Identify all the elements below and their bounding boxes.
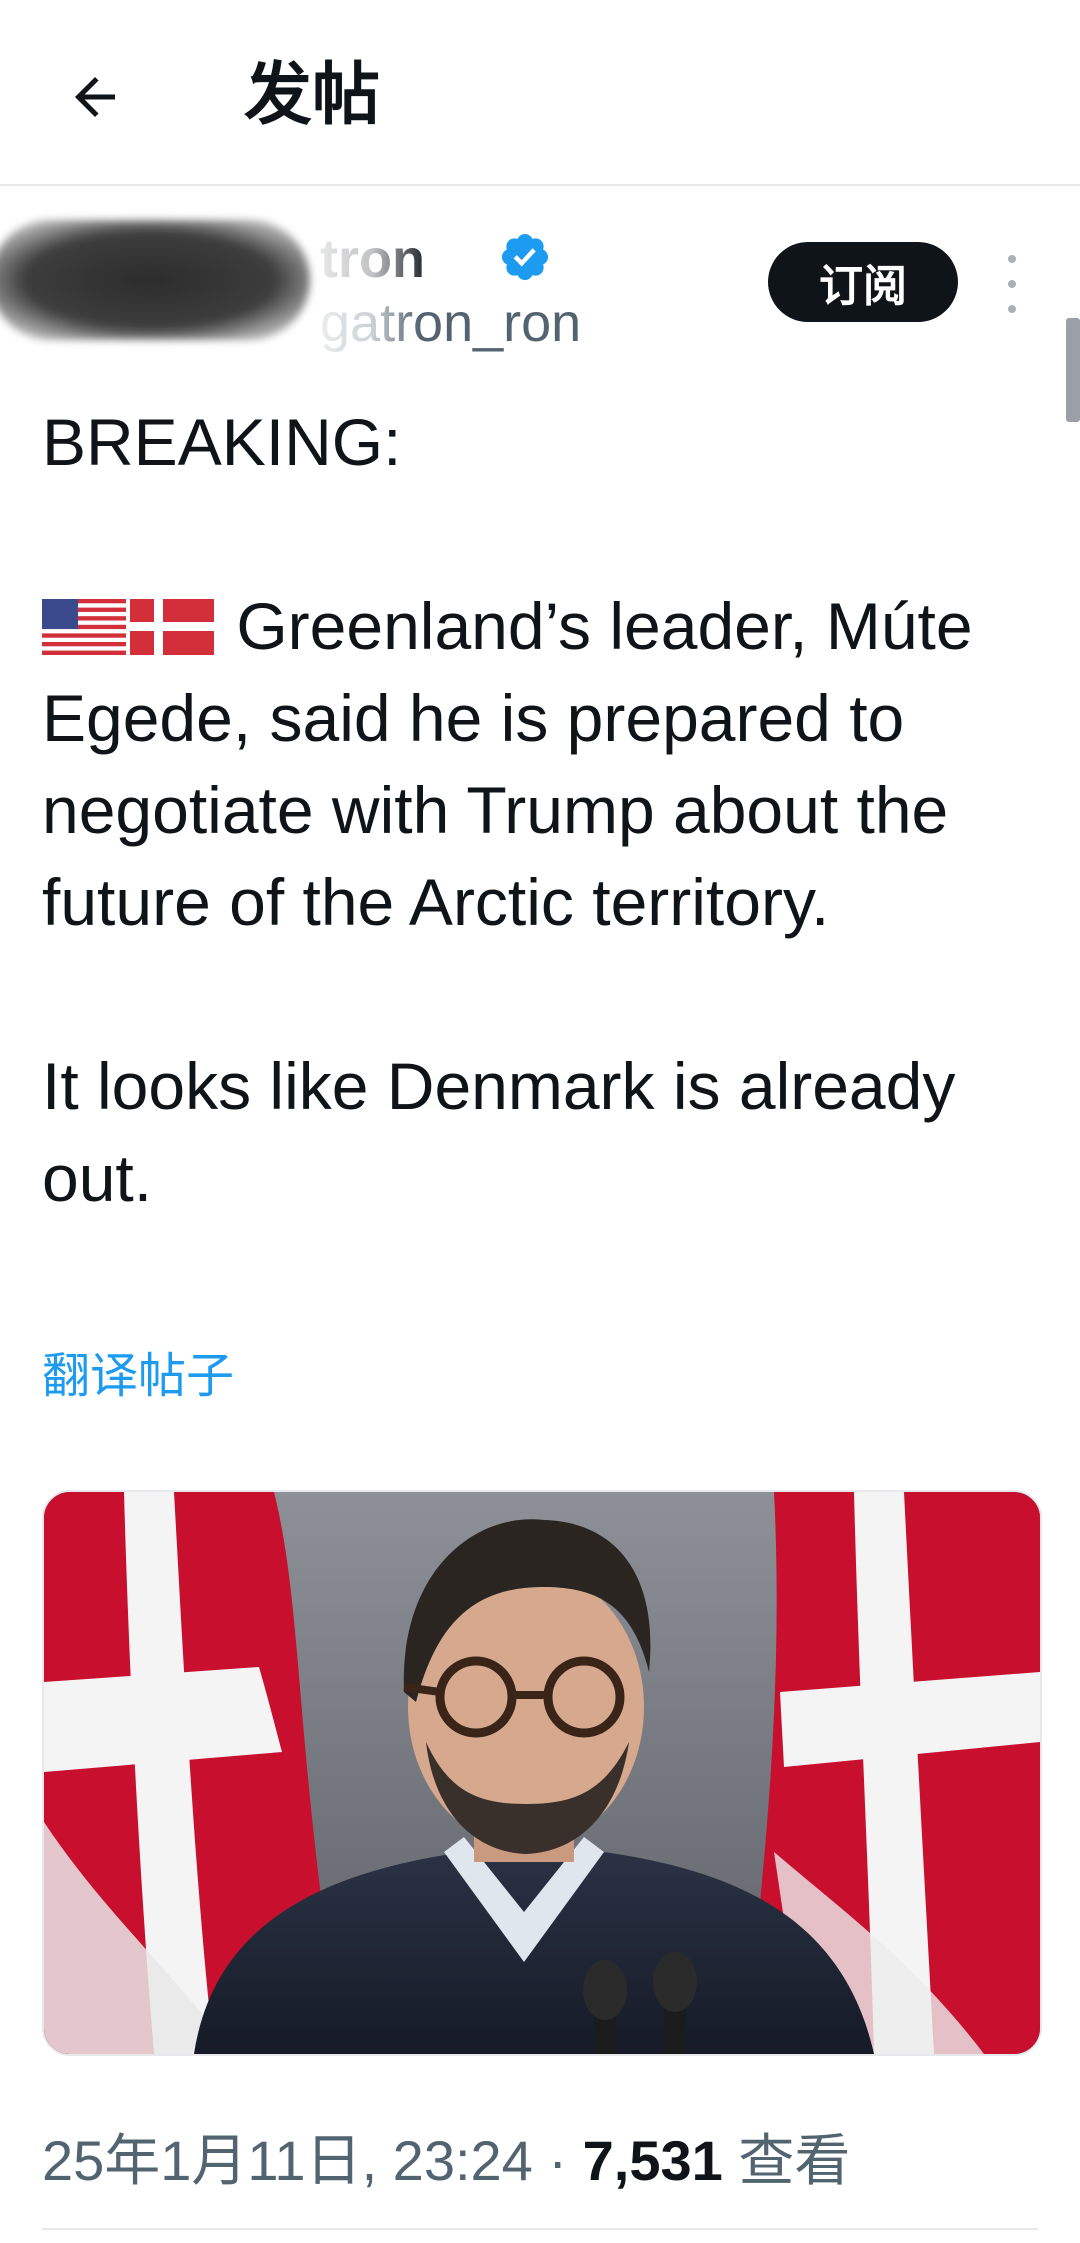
tweet-image[interactable] bbox=[42, 1490, 1042, 2056]
tweet-line-followup: It looks like Denmark is already out. bbox=[42, 1049, 956, 1215]
more-vertical-icon[interactable] bbox=[990, 246, 1034, 322]
us-flag-icon bbox=[42, 599, 126, 655]
denmark-flag-icon bbox=[130, 599, 214, 655]
arrow-left-icon bbox=[75, 77, 115, 117]
post-meta: 25年1月11日, 23:24 · 7,531 查看 bbox=[42, 2116, 850, 2197]
redacted-avatar bbox=[0, 220, 310, 340]
subscribe-button[interactable]: 订阅 bbox=[768, 242, 958, 322]
page-title: 发帖 bbox=[244, 56, 381, 135]
tweet-text: BREAKING: Greenland’s leader, Múte Egede… bbox=[42, 396, 1052, 1224]
translate-post-link[interactable]: 翻译帖子 bbox=[42, 1336, 234, 1406]
meta-separator: · bbox=[548, 2129, 568, 2192]
redaction-fade bbox=[300, 224, 420, 354]
post-detail-screen: 发帖 tron gatron_ron 订阅 BREAKING: bbox=[0, 0, 1080, 2243]
post-timestamp: 25年1月11日, 23:24 bbox=[42, 2129, 533, 2192]
views-count: 7,531 bbox=[582, 2129, 723, 2192]
back-button[interactable] bbox=[50, 52, 140, 142]
tweet-line-main: Greenland’s leader, Múte Egede, said he … bbox=[42, 589, 973, 939]
author-row: tron gatron_ron 订阅 bbox=[0, 210, 1080, 360]
divider bbox=[42, 2228, 1038, 2230]
views-label: 查看 bbox=[738, 2129, 851, 2192]
photo-illustration bbox=[44, 1492, 1040, 2054]
top-bar: 发帖 bbox=[0, 0, 1080, 186]
scrollbar[interactable] bbox=[1066, 318, 1080, 422]
tweet-line-breaking: BREAKING: bbox=[42, 405, 402, 479]
verified-badge-icon bbox=[501, 233, 549, 281]
